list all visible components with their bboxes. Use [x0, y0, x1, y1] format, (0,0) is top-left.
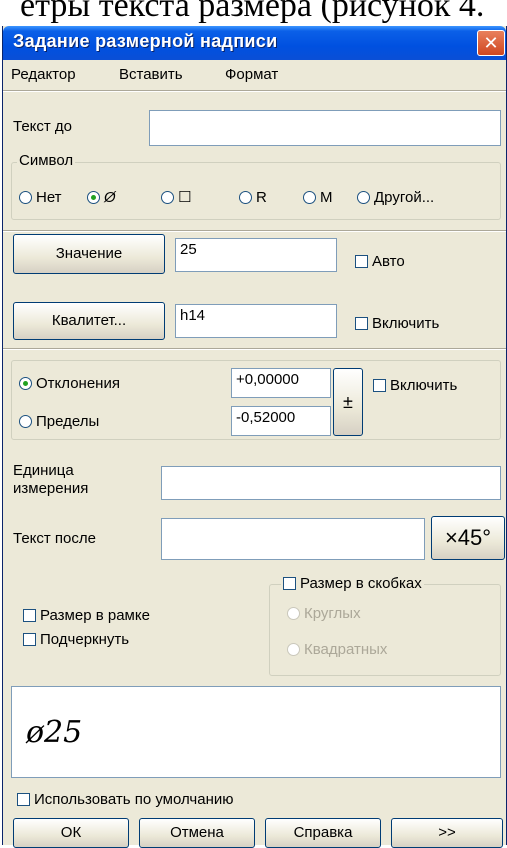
symbol-none-radio[interactable]: Нет	[19, 188, 62, 206]
radio-icon	[287, 642, 300, 656]
underline-label: Подчеркнуть	[40, 630, 130, 648]
radio-icon	[19, 190, 32, 204]
x45-button[interactable]: ×45°	[431, 516, 505, 560]
radio-icon	[287, 606, 300, 620]
quality-include-label: Включить	[372, 314, 440, 332]
symbol-none-label: Нет	[36, 188, 62, 206]
radio-icon	[239, 190, 252, 204]
quality-include-checkbox[interactable]: Включить	[355, 314, 439, 332]
menu-format[interactable]: Формат	[225, 66, 278, 83]
limits-label: Пределы	[36, 412, 100, 430]
brackets-group	[269, 584, 501, 676]
text-before-label: Текст до	[13, 118, 73, 135]
tolerance-include-checkbox[interactable]: Включить	[373, 376, 457, 394]
round-brackets-radio[interactable]: Круглых	[287, 604, 361, 622]
checkbox-icon	[17, 792, 30, 806]
unit-input[interactable]	[161, 466, 501, 500]
lower-deviation-input[interactable]: -0,52000	[231, 406, 331, 436]
ok-button-label: ОК	[60, 824, 82, 841]
text-after-input[interactable]	[161, 518, 425, 560]
help-button-label: Справка	[293, 824, 353, 841]
close-button[interactable]: ✕	[477, 30, 505, 56]
dialog-window: Задание размерной надписи ✕ Редактор Вст…	[2, 26, 507, 848]
checkbox-icon	[373, 378, 386, 392]
help-button[interactable]: Справка	[265, 818, 381, 848]
symbol-diameter-radio[interactable]: Ø	[87, 188, 116, 206]
symbol-square-radio[interactable]: ☐	[161, 188, 191, 206]
quality-input[interactable]: h14	[175, 304, 337, 338]
symbol-other-label: Другой...	[374, 188, 435, 206]
radio-selected-icon	[19, 376, 32, 390]
window-title: Задание размерной надписи	[13, 31, 278, 51]
checkbox-icon	[355, 254, 368, 268]
square-brackets-radio[interactable]: Квадратных	[287, 640, 387, 658]
limits-radio[interactable]: Пределы	[19, 412, 99, 430]
tolerance-include-label: Включить	[390, 376, 458, 394]
use-default-checkbox[interactable]: Использовать по умолчанию	[17, 790, 233, 808]
checkbox-icon	[23, 632, 36, 646]
deviations-radio[interactable]: Отклонения	[19, 374, 120, 392]
x45-button-label: ×45°	[444, 525, 492, 550]
ok-button[interactable]: ОК	[13, 818, 129, 848]
auto-checkbox[interactable]: Авто	[355, 252, 405, 270]
use-default-label: Использовать по умолчанию	[34, 790, 234, 808]
unit-label: Единица измерения	[13, 462, 89, 497]
separator	[3, 230, 506, 232]
auto-label: Авто	[372, 252, 405, 270]
preview-box: ø25	[11, 686, 501, 778]
round-brackets-label: Круглых	[304, 604, 361, 622]
square-brackets-label: Квадратных	[304, 640, 388, 658]
plusminus-button[interactable]: ±	[333, 368, 363, 436]
underline-checkbox[interactable]: Подчеркнуть	[23, 630, 129, 648]
menu-editor[interactable]: Редактор	[11, 66, 76, 83]
upper-deviation-input[interactable]: +0,00000	[231, 368, 331, 398]
checkbox-icon	[283, 576, 296, 590]
menu-bar: Редактор Вставить Формат	[3, 62, 506, 88]
cancel-button[interactable]: Отмена	[139, 818, 255, 848]
quality-button-label: Квалитет...	[51, 312, 127, 329]
more-button-label: >>	[438, 824, 456, 841]
brackets-label: Размер в скобках	[300, 574, 422, 592]
symbol-other-radio[interactable]: Другой...	[357, 188, 434, 206]
radio-selected-icon	[87, 190, 100, 204]
symbol-m-radio[interactable]: M	[303, 188, 333, 206]
symbol-m-label: M	[320, 188, 333, 206]
menu-insert[interactable]: Вставить	[119, 66, 183, 83]
symbol-radius-radio[interactable]: R	[239, 188, 267, 206]
symbol-diameter-label: Ø	[104, 188, 116, 206]
checkbox-icon	[23, 608, 36, 622]
menu-separator	[3, 90, 506, 92]
value-button[interactable]: Значение	[13, 234, 165, 274]
deviations-label: Отклонения	[36, 374, 120, 392]
caption-text: етры текста размера (рисунок 4.	[20, 0, 485, 24]
symbol-radius-label: R	[256, 188, 267, 206]
value-input[interactable]: 25	[175, 238, 337, 272]
frame-label: Размер в рамке	[40, 606, 150, 624]
radio-icon	[19, 414, 32, 428]
radio-icon	[357, 190, 370, 204]
symbol-group-legend: Символ	[17, 152, 76, 169]
plusminus-icon: ±	[343, 392, 353, 412]
more-button[interactable]: >>	[391, 818, 503, 848]
radio-icon	[303, 190, 316, 204]
text-before-input[interactable]	[149, 110, 501, 146]
separator	[3, 348, 506, 350]
radio-icon	[161, 190, 174, 204]
cancel-button-label: Отмена	[170, 824, 224, 841]
quality-button[interactable]: Квалитет...	[13, 302, 165, 340]
value-button-label: Значение	[55, 245, 123, 262]
close-icon: ✕	[483, 33, 499, 53]
frame-checkbox[interactable]: Размер в рамке	[23, 606, 150, 624]
symbol-square-label: ☐	[178, 189, 192, 207]
preview-text: ø25	[26, 715, 83, 750]
title-bar[interactable]: Задание размерной надписи ✕	[3, 26, 506, 60]
text-after-label: Текст после	[13, 530, 96, 547]
checkbox-icon	[355, 316, 368, 330]
brackets-checkbox[interactable]: Размер в скобках	[281, 574, 424, 592]
